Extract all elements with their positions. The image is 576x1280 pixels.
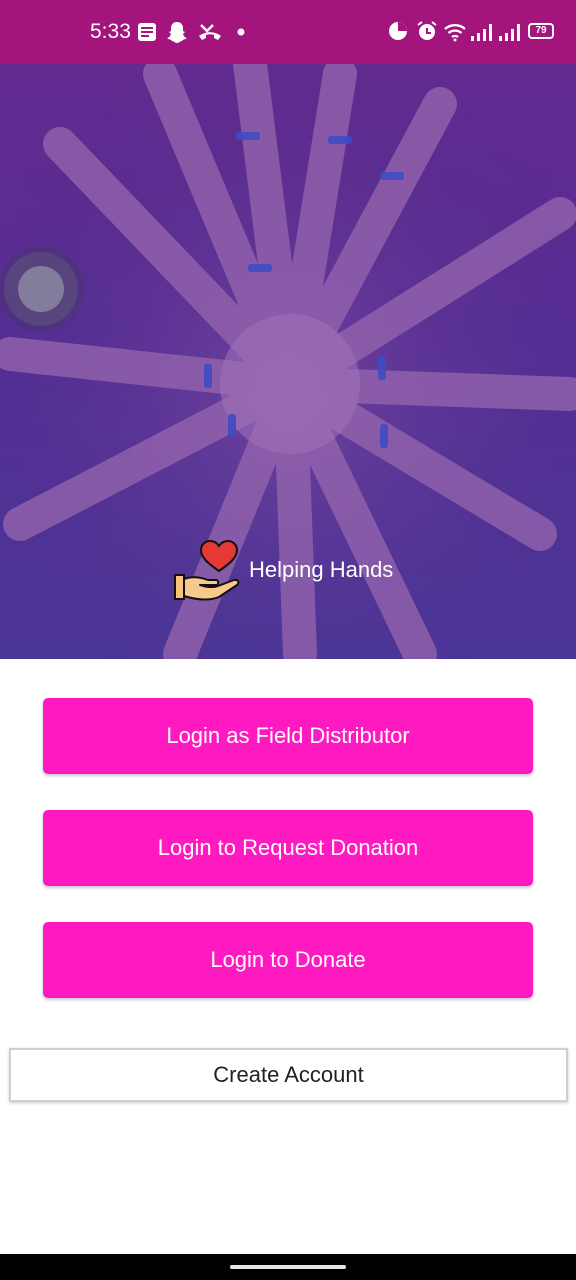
signal-icon (499, 24, 520, 41)
alarm-icon (417, 21, 437, 40)
snapchat-icon (167, 22, 187, 43)
message-icon (138, 23, 156, 41)
wifi-icon (444, 24, 466, 42)
floating-assistive-button[interactable] (4, 252, 78, 326)
status-bar: 5:33 79 (0, 0, 576, 64)
login-field-distributor-button[interactable]: Login as Field Distributor (43, 698, 533, 774)
status-time: 5:33 (90, 20, 131, 43)
signal-icon (471, 24, 492, 41)
data-saver-icon (389, 22, 407, 40)
heart-in-hand-icon (174, 539, 240, 601)
battery-indicator: 79 (528, 23, 554, 39)
login-request-donation-button[interactable]: Login to Request Donation (43, 810, 533, 886)
missed-call-icon (199, 24, 221, 40)
home-gesture-handle[interactable] (230, 1265, 346, 1269)
create-account-button[interactable]: Create Account (9, 1048, 568, 1102)
hero-banner: Helping Hands (0, 64, 576, 659)
dot-icon (237, 28, 245, 36)
app-name: Helping Hands (249, 557, 394, 582)
navigation-bar (0, 1254, 576, 1280)
login-donate-button[interactable]: Login to Donate (43, 922, 533, 998)
